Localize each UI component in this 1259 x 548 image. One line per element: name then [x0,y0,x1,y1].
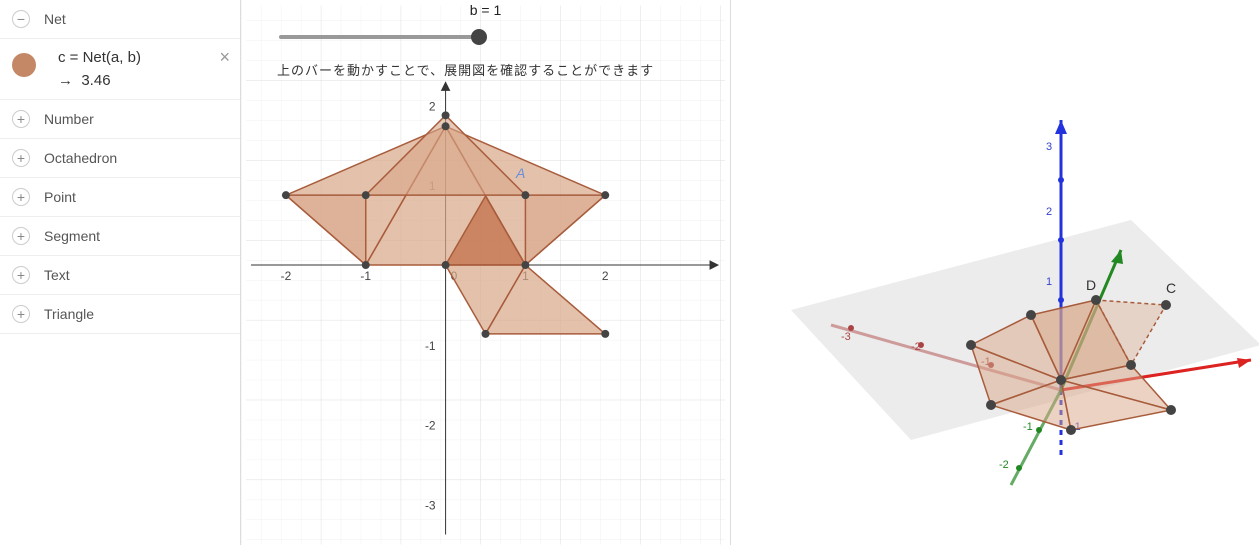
slider-b[interactable] [279,35,479,39]
sidebar-item-segment[interactable]: + Segment [0,217,240,256]
formula-text: c = Net(a, b) [58,49,141,66]
expand-icon[interactable]: + [12,110,30,128]
svg-text:-3: -3 [841,331,851,343]
point-c-label: C [1166,280,1176,296]
svg-text:1: 1 [1046,276,1052,288]
ytick: -3 [425,499,436,513]
ytick: -1 [425,339,436,353]
sidebar-item-text[interactable]: + Text [0,256,240,295]
sidebar-item-label: Text [44,267,70,283]
sidebar-item-net[interactable]: − Net [0,0,240,39]
sidebar-item-octahedron[interactable]: + Octahedron [0,139,240,178]
algebra-sidebar: − Net c = Net(a, b) → 3.46 × + Number + … [0,0,241,545]
value-row: → 3.46 [58,72,141,89]
hint-text: 上のバーを動かすことで、展開図を確認することができます [277,60,654,79]
expand-icon[interactable]: + [12,266,30,284]
object-c-row[interactable]: c = Net(a, b) → 3.46 × [0,39,240,100]
svg-text:2: 2 [1046,206,1052,218]
svg-text:-1: -1 [1023,421,1033,433]
close-icon[interactable]: × [219,47,230,68]
graphics-2d-panel[interactable]: b = 1 上のバーを動かすことで、展開図を確認することができます [241,0,731,545]
xtick: -2 [281,269,292,283]
sidebar-item-label: Net [44,11,66,27]
expand-icon[interactable]: + [12,227,30,245]
expand-icon[interactable]: + [12,149,30,167]
formula-display: c = Net(a, b) → 3.46 [58,49,141,89]
slider-label: b = 1 [470,2,502,18]
color-swatch-icon[interactable] [12,53,36,77]
svg-text:-2: -2 [999,459,1009,471]
plot-3d-svg[interactable]: 3 2 1 -1 -3 -2 -1 -1 -2 [771,90,1259,490]
xtick: -1 [360,269,371,283]
sidebar-item-label: Number [44,111,94,127]
expand-icon[interactable]: + [12,305,30,323]
point-d-label: D [1086,277,1096,293]
expand-icon[interactable]: + [12,188,30,206]
plot-2d-svg[interactable]: -2 -1 0 1 2 -3 -2 -1 1 2 [241,0,730,545]
sidebar-item-number[interactable]: + Number [0,100,240,139]
ytick: 2 [429,99,436,113]
graphics-3d-panel[interactable]: 3 2 1 -1 -3 -2 -1 -1 -2 [731,0,1259,545]
slider-knob[interactable] [471,29,487,45]
sidebar-item-triangle[interactable]: + Triangle [0,295,240,334]
collapse-icon[interactable]: − [12,10,30,28]
sidebar-item-label: Triangle [44,306,94,322]
point-a-label: A [516,165,525,181]
sidebar-item-label: Octahedron [44,150,117,166]
xtick: 2 [602,269,609,283]
svg-text:3: 3 [1046,141,1052,153]
sidebar-item-label: Segment [44,228,100,244]
sidebar-item-point[interactable]: + Point [0,178,240,217]
ytick: -2 [425,419,436,433]
sidebar-item-label: Point [44,189,76,205]
